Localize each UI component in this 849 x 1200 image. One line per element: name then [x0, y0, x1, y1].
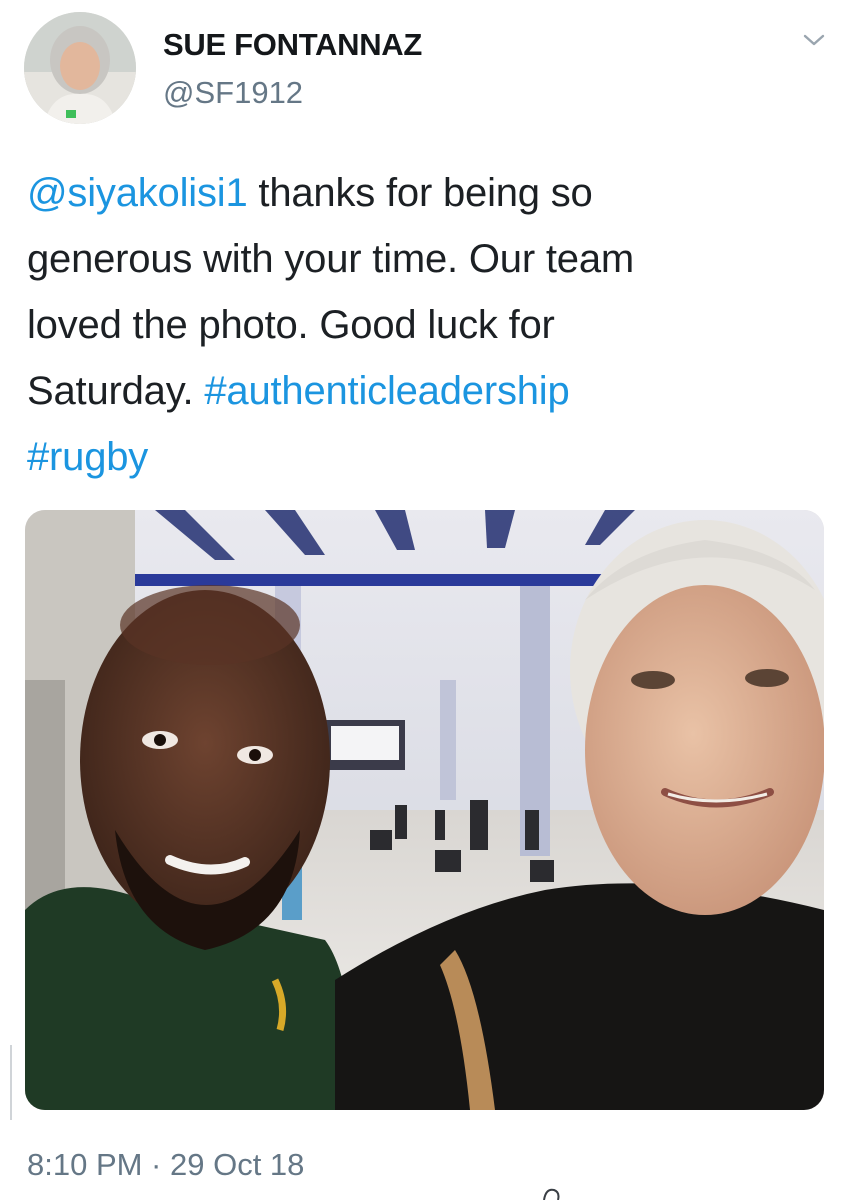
tweet-text-segment: thanks for being so — [247, 171, 593, 215]
author-handle[interactable]: @SF1912 — [163, 75, 303, 111]
avatar[interactable] — [24, 12, 136, 124]
partial-icon — [543, 1188, 560, 1200]
tweet-text-segment: loved the photo. Good luck for — [27, 303, 555, 347]
tweet-text-segment: Saturday. — [27, 369, 205, 413]
tweet-text-line: @siyakolisi1 thanks for being so — [27, 160, 827, 226]
tweet-photo[interactable] — [25, 510, 824, 1110]
selfie-image — [25, 510, 824, 1110]
chevron-down-icon[interactable] — [802, 30, 826, 50]
avatar-photo — [24, 12, 136, 124]
author-display-name[interactable]: SUE FONTANNAZ — [163, 27, 422, 63]
hashtag-link[interactable]: #authenticleadership — [204, 369, 569, 413]
hashtag-link[interactable]: #rugby — [27, 435, 148, 479]
tweet-text-line: #rugby — [27, 424, 827, 490]
tweet-text-line: loved the photo. Good luck for — [27, 292, 827, 358]
scrollbar[interactable] — [10, 1045, 12, 1120]
tweet-timestamp[interactable]: 8:10 PM · 29 Oct 18 — [27, 1147, 304, 1183]
tweet-text-line: Saturday. #authenticleadership — [27, 358, 827, 424]
tweet-text-line: generous with your time. Our team — [27, 226, 827, 292]
tweet-text: @siyakolisi1 thanks for being so generous… — [27, 160, 827, 490]
tweet-text-segment: generous with your time. Our team — [27, 237, 634, 281]
mention-link[interactable]: @siyakolisi1 — [27, 171, 248, 215]
